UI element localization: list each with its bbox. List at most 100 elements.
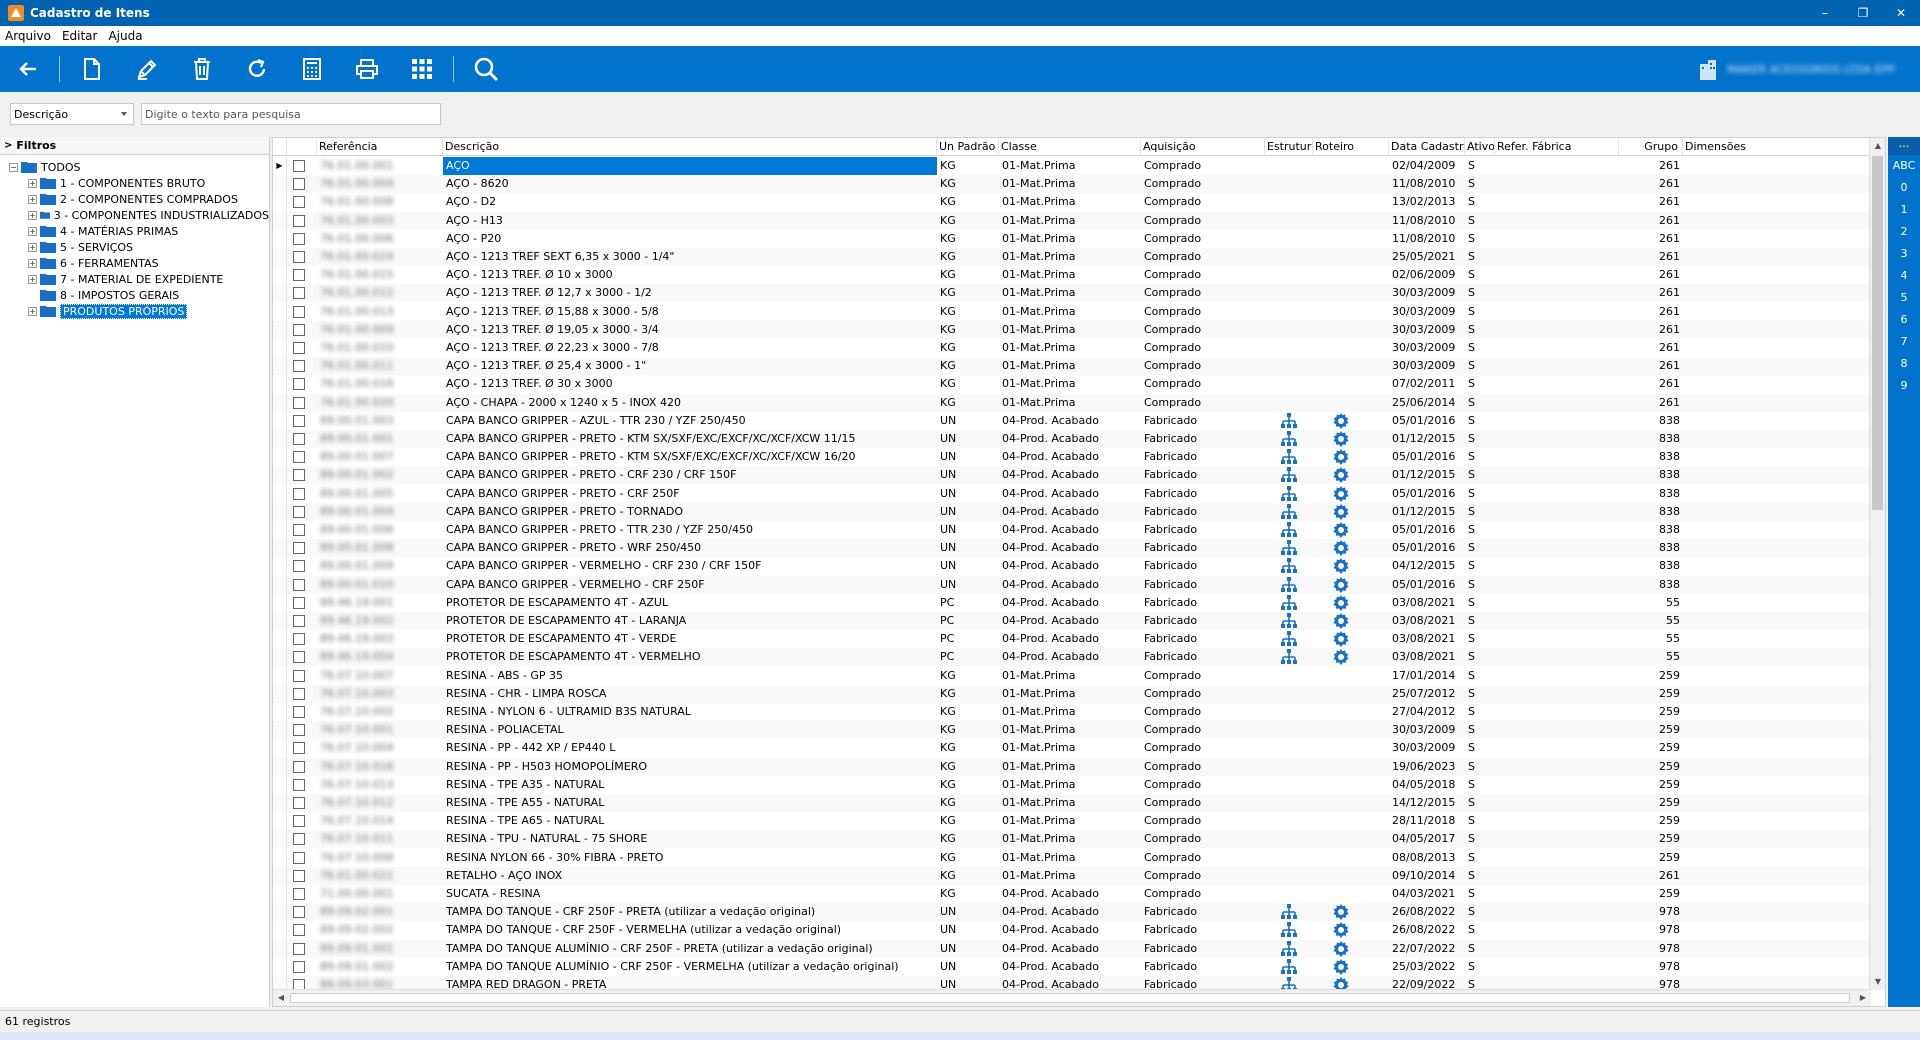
row-checkbox[interactable] bbox=[293, 615, 305, 627]
table-row[interactable]: 76.01.00.015 AÇO - 1213 TREF. Ø 10 x 3000… bbox=[273, 266, 1871, 285]
structure-icon[interactable] bbox=[1281, 940, 1297, 957]
table-row[interactable]: ▶ 76.01.00.001 AÇO KG 01-Mat.Prima Comprado 02… bbox=[273, 157, 1871, 175]
row-checkbox[interactable] bbox=[293, 214, 305, 227]
row-checkbox[interactable] bbox=[293, 760, 305, 773]
col-referencia[interactable]: Referência bbox=[317, 138, 443, 156]
gear-icon[interactable] bbox=[1333, 540, 1349, 557]
structure-icon[interactable] bbox=[1281, 904, 1297, 920]
calculator-button[interactable] bbox=[284, 46, 339, 92]
row-checkbox[interactable] bbox=[293, 560, 305, 573]
refresh-button[interactable] bbox=[229, 46, 284, 92]
expand-icon[interactable]: + bbox=[28, 274, 37, 284]
tree-node[interactable]: +1 - COMPONENTES BRUTO bbox=[0, 175, 269, 191]
menu-arquivo[interactable]: Arquivo bbox=[0, 29, 57, 43]
table-row[interactable]: 89.09.02.001 TAMPA DO TANQUE - CRF 250F -… bbox=[273, 903, 1871, 922]
table-row[interactable]: 89.09.01.001 TAMPA DO TANQUE ALUMÍNIO - C… bbox=[273, 939, 1871, 958]
table-row[interactable]: 89.46.19.004 PROTETOR DE ESCAPAMENTO 4T -… bbox=[273, 648, 1871, 667]
alpha-index-item[interactable]: 2 bbox=[1888, 221, 1920, 243]
table-row[interactable]: 76.01.00.009 AÇO - 1213 TREF. Ø 19,05 x 3… bbox=[273, 320, 1871, 339]
row-checkbox[interactable] bbox=[293, 524, 305, 536]
table-row[interactable]: 76.07.10.013 RESINA - TPE A35 - NATURAL KG… bbox=[273, 775, 1871, 794]
table-row[interactable]: 76.07.10.011 RESINA - TPU - NATURAL - 75 … bbox=[273, 830, 1871, 849]
table-row[interactable]: 89.00.01.009 CAPA BANCO GRIPPER - VERMELH… bbox=[273, 557, 1871, 576]
structure-icon[interactable] bbox=[1281, 485, 1297, 502]
tree-node[interactable]: +5 - SERVIÇOS bbox=[0, 239, 269, 255]
table-row[interactable]: 76.01.00.011 AÇO - 1213 TREF. Ø 25,4 x 30… bbox=[273, 357, 1871, 376]
row-checkbox[interactable] bbox=[293, 596, 305, 609]
table-row[interactable]: 76.01.00.008 AÇO - D2 KG 01-Mat.Prima Compra… bbox=[273, 193, 1871, 212]
scroll-up-icon[interactable]: ▲ bbox=[1870, 138, 1885, 154]
structure-icon[interactable] bbox=[1281, 503, 1297, 520]
hscroll-thumb[interactable] bbox=[290, 993, 1850, 1003]
row-checkbox[interactable] bbox=[293, 451, 305, 464]
table-row[interactable]: 89.00.01.008 CAPA BANCO GRIPPER - PRETO -… bbox=[273, 539, 1871, 558]
search-button[interactable] bbox=[458, 46, 513, 92]
scroll-right-icon[interactable]: ▶ bbox=[1855, 990, 1871, 1006]
structure-icon[interactable] bbox=[1281, 594, 1297, 611]
row-checkbox[interactable] bbox=[293, 888, 305, 900]
menu-ajuda[interactable]: Ajuda bbox=[103, 29, 148, 43]
gear-icon[interactable] bbox=[1333, 431, 1349, 447]
row-checkbox[interactable] bbox=[293, 287, 305, 300]
scroll-left-icon[interactable]: ◀ bbox=[273, 990, 289, 1006]
table-row[interactable]: 89.00.01.002 CAPA BANCO GRIPPER - PRETO -… bbox=[273, 466, 1871, 485]
gear-icon[interactable] bbox=[1333, 412, 1349, 429]
table-row[interactable]: 76.07.10.007 RESINA - ABS - GP 35 KG 01-Mat… bbox=[273, 666, 1871, 685]
col-descricao[interactable]: Descrição bbox=[443, 138, 937, 156]
collapse-icon[interactable]: − bbox=[9, 162, 18, 172]
row-checkbox[interactable] bbox=[293, 724, 305, 737]
row-checkbox[interactable] bbox=[293, 342, 305, 354]
alpha-index-item[interactable]: 8 bbox=[1888, 353, 1920, 375]
row-checkbox[interactable] bbox=[293, 505, 305, 518]
row-checkbox[interactable] bbox=[293, 269, 305, 282]
scroll-down-icon[interactable]: ▼ bbox=[1870, 974, 1885, 990]
table-row[interactable]: 76.01.00.020 AÇO - CHAPA - 2000 x 1240 x … bbox=[273, 393, 1871, 412]
table-row[interactable]: 76.01.00.006 AÇO - P20 KG 01-Mat.Prima Compr… bbox=[273, 229, 1871, 248]
table-row[interactable]: 89.00.01.006 CAPA BANCO GRIPPER - PRETO -… bbox=[273, 521, 1871, 539]
minimize-button[interactable]: – bbox=[1806, 0, 1844, 26]
row-checkbox[interactable] bbox=[293, 160, 305, 172]
col-grupo[interactable]: Grupo bbox=[1619, 138, 1683, 156]
row-checkbox[interactable] bbox=[293, 178, 305, 191]
alpha-index-item[interactable]: 9 bbox=[1888, 375, 1920, 397]
gear-icon[interactable] bbox=[1333, 576, 1349, 593]
delete-button[interactable] bbox=[174, 46, 229, 92]
gear-icon[interactable] bbox=[1333, 558, 1349, 575]
table-row[interactable]: 89.00.01.007 CAPA BANCO GRIPPER - PRETO -… bbox=[273, 448, 1871, 467]
expand-icon[interactable]: + bbox=[28, 194, 37, 204]
row-checkbox[interactable] bbox=[293, 924, 305, 937]
table-row[interactable]: 89.46.19.002 PROTETOR DE ESCAPAMENTO 4T -… bbox=[273, 612, 1871, 630]
structure-icon[interactable] bbox=[1281, 467, 1297, 483]
tree-node[interactable]: +3 - COMPONENTES INDUSTRIALIZADOS bbox=[0, 207, 269, 223]
col-ativo[interactable]: Ativo bbox=[1465, 138, 1495, 156]
gear-icon[interactable] bbox=[1333, 631, 1349, 648]
expand-icon[interactable]: + bbox=[28, 306, 37, 316]
row-checkbox[interactable] bbox=[293, 232, 305, 245]
structure-icon[interactable] bbox=[1281, 540, 1297, 556]
col-data-cadastro[interactable]: Data Cadastro bbox=[1389, 138, 1465, 156]
row-checkbox[interactable] bbox=[293, 815, 305, 828]
gear-icon[interactable] bbox=[1333, 940, 1349, 957]
expand-icon[interactable]: + bbox=[28, 226, 37, 236]
table-row[interactable]: 89.00.01.010 CAPA BANCO GRIPPER - VERMELH… bbox=[273, 575, 1871, 594]
row-checkbox[interactable] bbox=[293, 797, 305, 809]
table-row[interactable]: 76.01.00.013 AÇO - 1213 TREF. Ø 15,88 x 3… bbox=[273, 302, 1871, 321]
print-button[interactable] bbox=[339, 46, 394, 92]
gear-icon[interactable] bbox=[1333, 958, 1349, 975]
table-row[interactable]: 76.07.10.016 RESINA - PP - H503 HOMOPOLÍM… bbox=[273, 757, 1871, 776]
table-row[interactable]: 89.00.01.004 CAPA BANCO GRIPPER - PRETO -… bbox=[273, 502, 1871, 521]
row-checkbox[interactable] bbox=[293, 906, 305, 919]
col-aquisicao[interactable]: Aquisição bbox=[1141, 138, 1265, 156]
grid-view-button[interactable] bbox=[394, 46, 449, 92]
table-row[interactable]: 76.01.00.010 AÇO - 1213 TREF. Ø 22,23 x 3… bbox=[273, 339, 1871, 357]
tree-node[interactable]: +4 - MATÉRIAS PRIMAS bbox=[0, 223, 269, 239]
expand-icon[interactable]: + bbox=[28, 210, 37, 220]
structure-icon[interactable] bbox=[1281, 558, 1297, 574]
gear-icon[interactable] bbox=[1333, 522, 1349, 538]
menu-editar[interactable]: Editar bbox=[57, 29, 104, 43]
row-checkbox[interactable] bbox=[293, 669, 305, 682]
scroll-thumb[interactable] bbox=[1872, 156, 1883, 510]
table-row[interactable]: 89.46.19.001 PROTETOR DE ESCAPAMENTO 4T -… bbox=[273, 593, 1871, 612]
tree-node[interactable]: 8 - IMPOSTOS GERAIS bbox=[0, 287, 269, 303]
row-checkbox[interactable] bbox=[293, 687, 305, 700]
